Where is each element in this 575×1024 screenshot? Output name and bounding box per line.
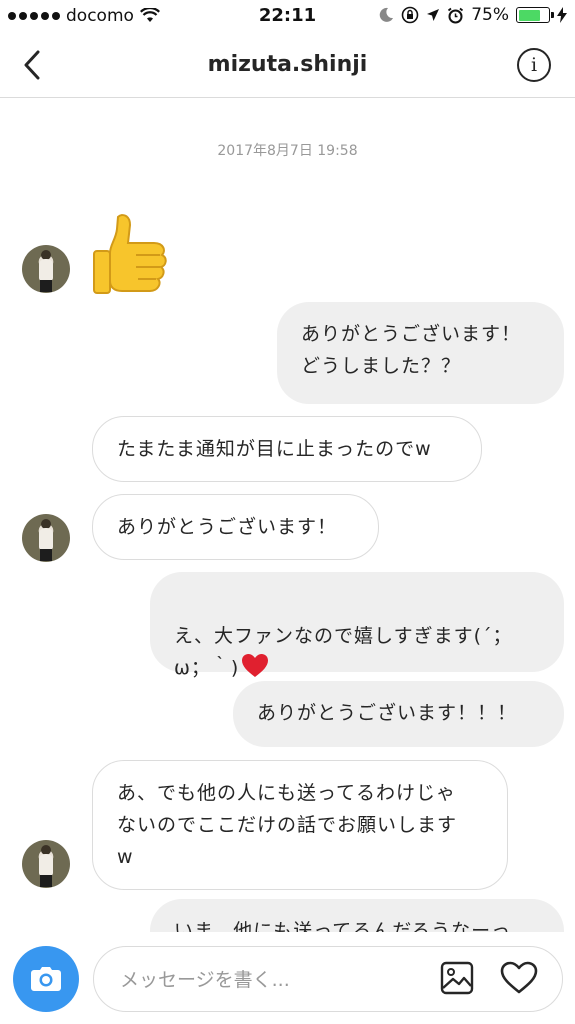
camera-icon [31, 967, 61, 991]
battery-icon [516, 7, 554, 23]
info-icon: i [530, 54, 538, 76]
battery-level-fill [518, 9, 541, 21]
message-bubble-outgoing[interactable]: え、大ファンなので嬉しすぎます(´； ω；｀) [150, 572, 564, 679]
rotation-lock-icon [401, 6, 419, 24]
status-right: 75% [378, 5, 567, 25]
message-text: え、大ファンなので嬉しすぎます(´； ω；｀) [174, 625, 513, 679]
location-icon [427, 9, 440, 21]
thumbs-up-icon [93, 214, 167, 294]
like-button[interactable] [500, 961, 540, 999]
conversation-title[interactable]: mizuta.shinji [0, 52, 575, 77]
red-heart-icon [242, 654, 269, 677]
message-bubble-incoming[interactable]: たまたま通知が目に止まったのでw [92, 416, 482, 482]
status-bar: docomo 22:11 75% [0, 0, 575, 32]
charging-bolt-icon [557, 7, 567, 23]
message-composer [0, 940, 575, 1024]
conversation-header: mizuta.shinji i [0, 32, 575, 98]
message-bubble-incoming[interactable]: ありがとうございます！ [92, 494, 379, 560]
message-input[interactable] [120, 965, 420, 995]
info-button[interactable]: i [517, 48, 551, 82]
alarm-icon [448, 7, 464, 23]
heart-icon [500, 961, 538, 994]
avatar[interactable] [22, 840, 70, 888]
message-thread[interactable]: 2017年8月7日 19:58 ありがとうございます！ どうしました？？ たまた… [0, 99, 575, 932]
avatar[interactable] [22, 245, 70, 293]
moon-icon [379, 7, 394, 22]
message-bubble-incoming[interactable]: あ、でも他の人にも送ってるわけじゃ ないのでここだけの話でお願いします w [92, 760, 508, 890]
message-bubble-outgoing[interactable]: ありがとうございます！！！ [233, 681, 564, 747]
battery-percent: 75% [471, 5, 509, 25]
message-bubble-outgoing[interactable]: いま、他にも送ってるんだろうなーっ [150, 899, 564, 932]
message-bubble-outgoing[interactable]: ありがとうございます！ どうしました？？ [277, 302, 564, 404]
camera-button[interactable] [13, 946, 79, 1012]
image-icon [440, 961, 474, 995]
message-timestamp: 2017年8月7日 19:58 [217, 143, 358, 159]
gallery-button[interactable] [440, 961, 478, 999]
avatar[interactable] [22, 514, 70, 562]
message-input-container [93, 946, 563, 1012]
